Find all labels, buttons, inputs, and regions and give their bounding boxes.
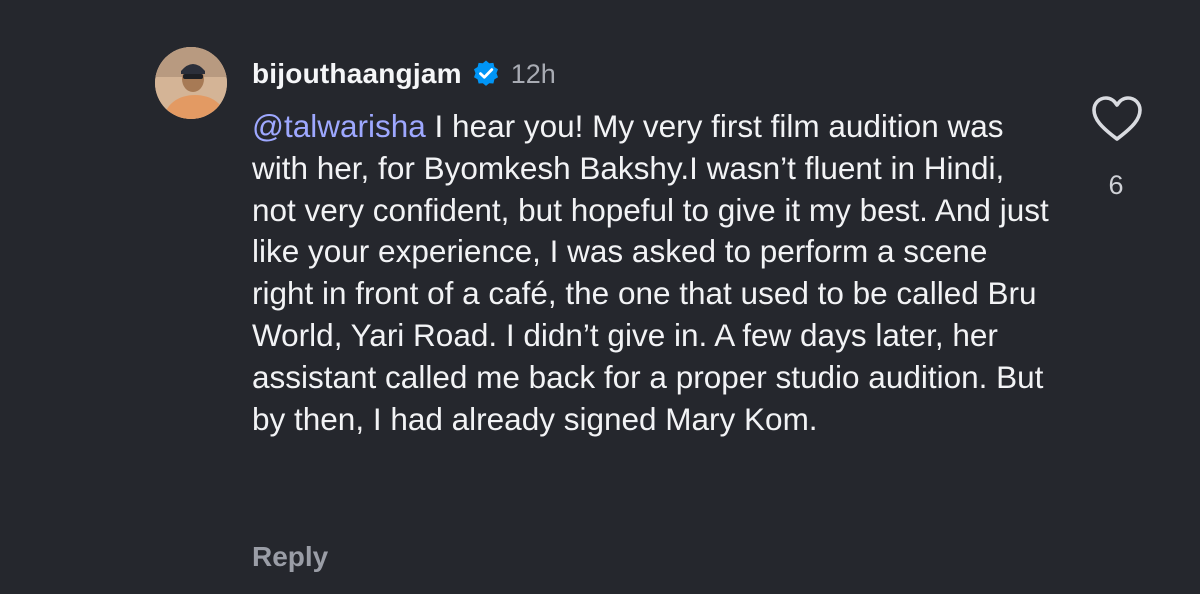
comment-body: I hear you! My very first film audition … (252, 108, 1049, 437)
mention-link[interactable]: @talwarisha (252, 108, 426, 144)
comment-text: @talwarisha I hear you! My very first fi… (252, 106, 1052, 440)
avatar-image (155, 47, 227, 119)
comment-header: bijouthaangjam 12h (252, 56, 556, 92)
comment-card: bijouthaangjam 12h @talwarisha I hear yo… (0, 0, 1200, 594)
reply-button[interactable]: Reply (252, 541, 328, 573)
like-button[interactable] (1089, 93, 1145, 145)
username[interactable]: bijouthaangjam (252, 58, 462, 90)
timestamp: 12h (510, 58, 556, 89)
like-count: 6 (1108, 170, 1124, 200)
avatar[interactable] (155, 47, 227, 119)
verified-badge-icon (471, 59, 501, 89)
heart-outline-icon (1092, 96, 1142, 141)
